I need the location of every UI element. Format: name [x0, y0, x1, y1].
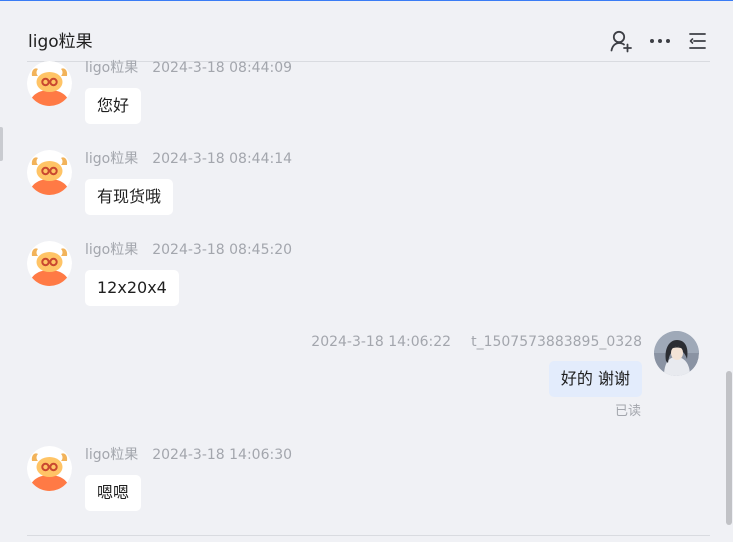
- message-time: 2024-3-18 14:06:30: [152, 447, 293, 463]
- sender-name: t_1507573883895_0328: [471, 334, 642, 350]
- avatar[interactable]: [27, 61, 72, 106]
- sender-name: ligo粒果: [85, 60, 139, 76]
- message-time: 2024-3-18 08:44:09: [152, 60, 293, 76]
- sender-name: ligo粒果: [85, 242, 139, 258]
- message-meta: ligo粒果 2024-3-18 08:44:09: [85, 59, 292, 77]
- message-meta: ligo粒果 2024-3-18 08:44:14: [85, 150, 292, 168]
- input-divider: [27, 535, 710, 536]
- avatar[interactable]: [654, 331, 699, 376]
- message-time: 2024-3-18 08:45:20: [152, 242, 293, 258]
- message-time: 2024-3-18 08:44:14: [152, 151, 293, 167]
- avatar[interactable]: [27, 446, 72, 491]
- message-bubble: 12x20x4: [85, 270, 179, 306]
- sender-name: ligo粒果: [85, 151, 139, 167]
- message-bubble: 有现货哦: [85, 179, 174, 215]
- message-bubble: 嗯嗯: [85, 475, 142, 511]
- avatar[interactable]: [27, 241, 72, 286]
- message-time: 2024-3-18 14:06:22: [311, 334, 452, 350]
- sender-name: ligo粒果: [85, 447, 139, 463]
- message-meta: 2024-3-18 14:06:22 t_1507573883895_0328: [311, 333, 642, 351]
- message-bubble: 您好: [85, 88, 142, 124]
- read-status: 已读: [614, 404, 641, 419]
- message-list: ligo粒果 2024-3-18 08:44:09 您好 ligo粒果 2024-3…: [0, 0, 733, 542]
- avatar[interactable]: [27, 150, 72, 195]
- scrollbar-thumb[interactable]: [726, 371, 732, 525]
- message-meta: ligo粒果 2024-3-18 14:06:30: [85, 446, 292, 464]
- chat-window: ligo粒果 ligo粒果 2024-3-18 08:44:09 您好 ligo…: [0, 0, 733, 542]
- message-meta: ligo粒果 2024-3-18 08:45:20: [85, 241, 292, 259]
- message-bubble: 好的 谢谢: [548, 361, 642, 397]
